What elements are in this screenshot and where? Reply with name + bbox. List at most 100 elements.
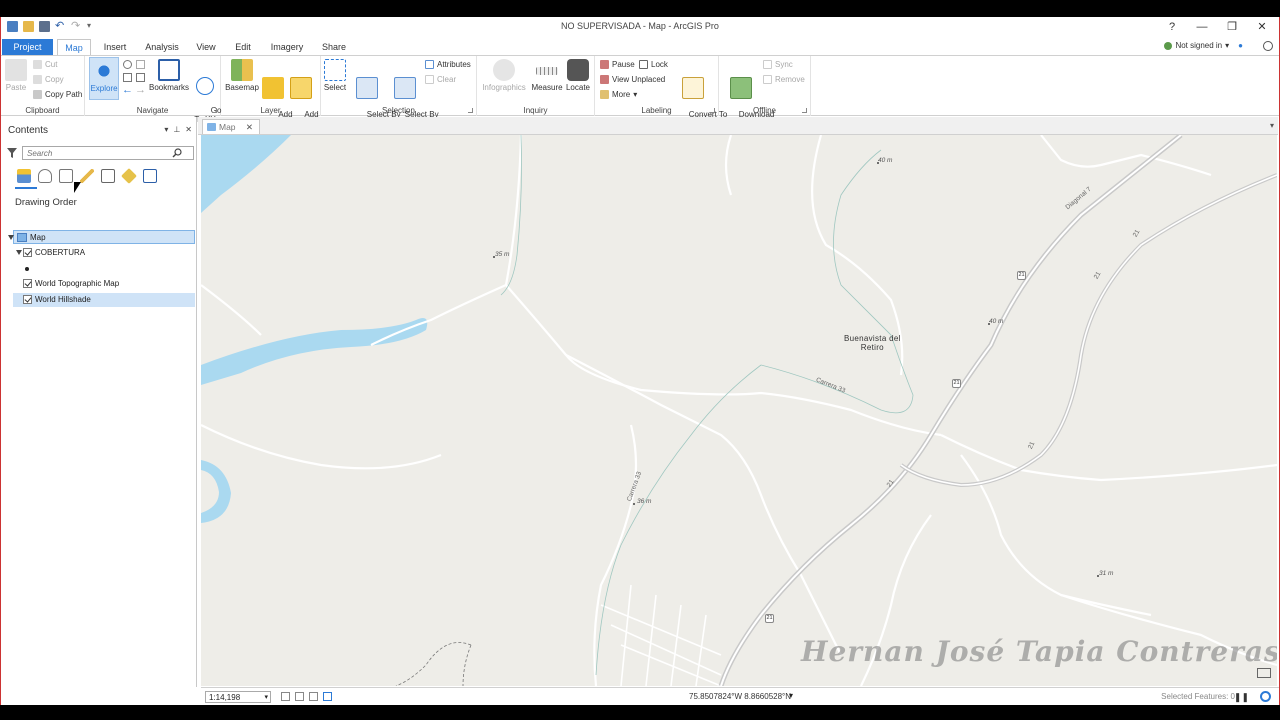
minimize-button[interactable]: —	[1187, 19, 1217, 35]
layer-map[interactable]: Map	[8, 230, 195, 244]
list-by-labeling-icon[interactable]	[121, 168, 137, 184]
cut-button[interactable]: Cut	[33, 60, 57, 69]
basemap-button[interactable]: Basemap	[225, 59, 259, 92]
group-layer: Basemap Add Data Add Preset Layer	[221, 56, 321, 128]
full-extent-icon[interactable]	[123, 60, 132, 69]
dialog-launcher-icon[interactable]	[802, 108, 807, 113]
scale-selector[interactable]: 1:14,198	[205, 691, 271, 703]
visibility-checkbox[interactable]	[23, 279, 32, 288]
tab-project[interactable]: Project	[2, 39, 53, 55]
pause-drawing-icon[interactable]: ❚❚	[1234, 692, 1249, 703]
list-by-perspective-icon[interactable]	[143, 169, 157, 183]
basemap-icon	[231, 59, 253, 81]
zoom-out-icon[interactable]	[136, 73, 145, 82]
refresh-icon[interactable]	[1260, 691, 1271, 702]
tab-map-view[interactable]: Map ✕	[202, 119, 261, 134]
pause-labels-button[interactable]: Pause	[600, 60, 635, 69]
list-by-drawing-order-icon[interactable]	[17, 169, 31, 183]
restore-button[interactable]: ❐	[1217, 19, 1247, 35]
explore-button[interactable]: Explore	[89, 57, 119, 100]
measure-button[interactable]: Measure	[531, 59, 563, 92]
tab-view[interactable]: View	[191, 39, 221, 55]
pin-icon[interactable]: ⊥	[173, 125, 180, 134]
ruler-icon	[536, 67, 558, 75]
list-by-snapping-icon[interactable]	[101, 169, 115, 183]
view-unplaced-icon	[600, 75, 609, 84]
select-button[interactable]: Select	[323, 59, 347, 92]
remove-button[interactable]: Remove	[763, 75, 805, 84]
dialog-launcher-icon[interactable]	[710, 108, 715, 113]
search-icon[interactable]	[172, 148, 182, 158]
tab-analysis[interactable]: Analysis	[141, 39, 183, 55]
expand-icon[interactable]	[8, 235, 14, 240]
status-bar: 1:14,198 75.8507824°W 8.8660528°N ▾ Sele…	[201, 687, 1279, 705]
download-map-icon	[730, 77, 752, 99]
filter-icon[interactable]	[7, 148, 17, 158]
lock-labels-button[interactable]: Lock	[639, 60, 668, 69]
layer-cobertura[interactable]: COBERTURA	[13, 246, 195, 260]
close-tab-icon[interactable]: ✕	[246, 122, 253, 132]
table-icon[interactable]	[309, 692, 318, 701]
infographics-button[interactable]: Infographics	[481, 59, 527, 92]
help-button[interactable]: ?	[1157, 19, 1187, 35]
dialog-launcher-icon[interactable]	[212, 108, 217, 113]
zoom-in-icon[interactable]	[123, 73, 132, 82]
tab-overflow-icon[interactable]: ▾	[1270, 121, 1274, 130]
coordinate-format-icon[interactable]: ▾	[789, 691, 793, 700]
copy-path-button[interactable]: Copy Path	[33, 90, 82, 99]
list-by-data-source-icon[interactable]	[38, 169, 52, 183]
account-menu[interactable]: Not signed in ▾ ●	[1164, 41, 1243, 50]
fixed-zoom-icon[interactable]	[136, 60, 145, 69]
group-label: Clipboard	[25, 106, 60, 115]
expand-icon[interactable]	[16, 250, 22, 255]
group-label: Layer	[260, 106, 281, 115]
copy-path-icon	[33, 90, 42, 99]
locate-button[interactable]: Locate	[565, 59, 591, 92]
snapping-icon[interactable]	[323, 692, 332, 701]
layer-world-hillshade[interactable]: World Hillshade	[13, 293, 195, 307]
tab-insert[interactable]: Insert	[97, 39, 133, 55]
tab-map[interactable]: Map	[57, 39, 91, 55]
copy-button[interactable]: Copy	[33, 75, 64, 84]
user-icon	[1164, 41, 1173, 50]
clear-icon	[425, 75, 434, 84]
tab-share[interactable]: Share	[317, 39, 351, 55]
group-label: Selection	[382, 106, 415, 115]
close-button[interactable]: ✕	[1247, 19, 1277, 35]
paste-button[interactable]: Paste	[4, 59, 28, 92]
route-shield: 21	[952, 379, 961, 388]
remove-icon	[763, 75, 772, 84]
route-shield: 21	[1017, 271, 1026, 280]
list-by-editing-icon[interactable]	[80, 169, 94, 183]
map-canvas[interactable]: 40 m 35 m 40 m 36 m 31 m Diagonal 7 21 2…	[201, 135, 1277, 686]
visibility-checkbox[interactable]	[23, 295, 32, 304]
group-clipboard: Paste Cut Copy Copy Path Clipboard	[1, 56, 85, 116]
clear-selection-button[interactable]: Clear	[425, 75, 456, 84]
tab-edit[interactable]: Edit	[229, 39, 257, 55]
rotation-icon[interactable]	[295, 692, 304, 701]
tab-imagery[interactable]: Imagery	[265, 39, 309, 55]
place-label: Buenavista del Retiro	[844, 334, 901, 352]
collapse-ribbon-icon[interactable]	[1263, 41, 1273, 51]
mouse-cursor	[74, 182, 81, 193]
more-labeling-button[interactable]: More ▾	[600, 90, 637, 99]
grid-icon[interactable]	[281, 692, 290, 701]
list-by-selection-icon[interactable]	[59, 169, 73, 183]
contents-search-input[interactable]	[22, 146, 194, 160]
crosshair-icon	[196, 77, 214, 95]
close-pane-icon[interactable]: ✕	[185, 125, 192, 134]
next-extent-icon[interactable]: →	[135, 84, 146, 96]
attribute-table-icon[interactable]	[1257, 668, 1271, 678]
group-label: Labeling	[641, 106, 672, 115]
visibility-checkbox[interactable]	[23, 248, 32, 257]
attributes-button[interactable]: Attributes	[425, 60, 471, 69]
dialog-launcher-icon[interactable]	[468, 108, 473, 113]
sync-button[interactable]: Sync	[763, 60, 793, 69]
layer-world-topographic-map[interactable]: World Topographic Map	[13, 277, 195, 291]
bookmarks-button[interactable]: Bookmarks	[149, 59, 189, 92]
list-by-toolbar	[17, 168, 157, 184]
pane-menu-icon[interactable]: ▾	[164, 125, 168, 134]
previous-extent-icon[interactable]: ←	[122, 84, 133, 96]
notifications-icon[interactable]: ●	[1238, 41, 1243, 50]
view-unplaced-button[interactable]: View Unplaced	[600, 75, 665, 84]
